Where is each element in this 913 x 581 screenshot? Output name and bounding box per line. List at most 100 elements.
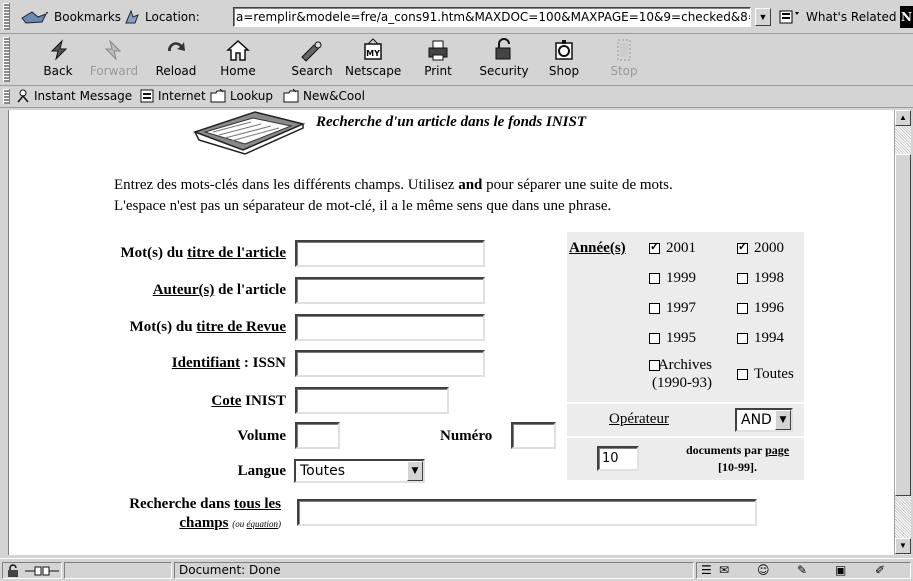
instructions: Entrez des mots-clés dans les différents… xyxy=(114,175,673,217)
netscape-logo[interactable]: N xyxy=(900,6,913,28)
address-book-icon[interactable]: ✎ xyxy=(797,563,807,577)
years-label-cell: Année(s) xyxy=(567,232,647,402)
author-input[interactable] xyxy=(295,277,485,304)
fulltext-input[interactable] xyxy=(297,499,757,526)
home-button[interactable]: Home xyxy=(210,37,266,81)
svg-text:MY: MY xyxy=(366,49,380,58)
navigation-toolbar: Back Forward Reload Home Search MY Netsc… xyxy=(0,34,913,86)
url-history-dropdown[interactable]: ▼ xyxy=(755,8,771,26)
status-bar: Document: Done ☰ ✉ ☺ ✎ ▣ ✐ xyxy=(0,558,913,581)
article-title-input[interactable] xyxy=(295,240,485,267)
mail-icon[interactable]: ✉ xyxy=(719,563,729,577)
year-1996-checkbox[interactable]: 1996 xyxy=(737,300,784,317)
scroll-up-button[interactable]: ▲ xyxy=(895,110,911,126)
equation-help-link[interactable]: équation xyxy=(247,519,279,529)
journal-title-input[interactable] xyxy=(295,314,485,341)
langue-select[interactable]: Toutes ▼ xyxy=(294,459,425,483)
title-field-label: Mot(s) du titre de l'article xyxy=(120,245,286,261)
toolbar-grip[interactable] xyxy=(3,89,10,104)
messenger-icon[interactable]: ☺ xyxy=(757,563,770,577)
issn-help-link[interactable]: Identifiant xyxy=(172,355,240,371)
issn-field-label: Identifiant : ISSN xyxy=(171,355,286,371)
component-bar: ☰ ✉ ☺ ✎ ▣ ✐ xyxy=(696,562,911,579)
reload-button[interactable]: Reload xyxy=(148,37,204,81)
scrollbar-thumb[interactable] xyxy=(895,154,911,496)
title-help-link[interactable]: titre de l'article xyxy=(187,245,286,261)
instant-message-button[interactable]: Instant Message xyxy=(16,89,132,103)
cote-help-link[interactable]: Cote xyxy=(211,393,241,409)
year-1998-checkbox[interactable]: 1998 xyxy=(737,270,784,287)
operator-select[interactable]: AND ▼ xyxy=(735,408,793,432)
vertical-scrollbar[interactable]: ▲ ▼ xyxy=(894,110,911,555)
scroll-down-button[interactable]: ▼ xyxy=(895,538,911,554)
folder-icon xyxy=(210,89,226,103)
netscape-button[interactable]: MY Netscape xyxy=(345,37,401,81)
navigator-icon[interactable]: ☰ xyxy=(701,563,712,577)
location-label: Location: xyxy=(123,9,200,25)
numero-input[interactable] xyxy=(511,422,556,449)
print-button[interactable]: Print xyxy=(410,37,466,81)
checkbox-icon xyxy=(649,273,660,284)
year-1994-checkbox[interactable]: 1994 xyxy=(737,330,784,347)
instructions-line-1: Entrez des mots-clés dans les différents… xyxy=(114,177,673,193)
cote-input[interactable] xyxy=(295,387,449,414)
reload-icon xyxy=(167,42,185,51)
edit-icon[interactable]: ✐ xyxy=(875,563,885,577)
whats-related-button[interactable]: What's Related xyxy=(778,9,896,25)
shop-button[interactable]: Shop xyxy=(536,37,592,81)
years-help-link[interactable]: Année(s) xyxy=(569,240,626,257)
status-text: Document: Done xyxy=(174,562,694,579)
forward-button: Forward xyxy=(86,37,142,81)
internet-button[interactable]: Internet xyxy=(140,89,206,103)
year-2000-checkbox[interactable]: 2000 xyxy=(737,240,784,257)
back-button[interactable]: Back xyxy=(30,37,86,81)
years-checkbox-group: 2001 2000 1999 1998 1997 1996 1995 1994 … xyxy=(647,232,804,402)
toutes-checkbox[interactable]: Toutes xyxy=(737,366,794,383)
journal-help-link[interactable]: titre de Revue xyxy=(196,319,286,335)
location-toolbar: Bookmarks Location: a=remplir&modele=fre… xyxy=(0,0,913,34)
docs-per-page-input[interactable]: 10 xyxy=(597,446,639,471)
page-title: Recherche d'un article dans le fonds INI… xyxy=(316,114,587,130)
fulltext-help-link-1[interactable]: tous les xyxy=(234,496,281,512)
operator-label-cell: Opérateur xyxy=(567,404,733,436)
toolbar-grip[interactable] xyxy=(3,37,10,82)
issn-input[interactable] xyxy=(295,350,485,377)
numero-label: Numéro xyxy=(440,428,493,444)
search-icon xyxy=(301,41,322,62)
arrow-down-icon: ▼ xyxy=(899,541,907,550)
docs-input-cell: 10 xyxy=(567,438,671,480)
chevron-down-icon: ▼ xyxy=(407,461,423,481)
book-illustration xyxy=(192,111,306,155)
netscape-icon: MY xyxy=(364,38,382,60)
security-button[interactable]: Security xyxy=(476,37,532,81)
personal-toolbar: Instant Message Internet Lookup New&Cool xyxy=(0,86,913,108)
search-button[interactable]: Search xyxy=(284,37,340,81)
page-help-link[interactable]: page xyxy=(765,443,789,457)
bookmarks-button[interactable]: Bookmarks xyxy=(20,9,121,25)
fulltext-help-link-2[interactable]: champs xyxy=(179,515,228,531)
lookup-button[interactable]: Lookup xyxy=(210,89,273,103)
checkbox-icon xyxy=(737,333,748,344)
arrow-up-icon: ▲ xyxy=(899,113,907,122)
bookmark-page-icon xyxy=(140,89,154,103)
printer-icon xyxy=(428,40,448,61)
archives-checkbox[interactable]: Archives (1990-93) xyxy=(649,356,712,392)
url-input[interactable]: a=remplir&modele=fre/a_cons91.htm&MAXDOC… xyxy=(233,7,751,27)
checkbox-icon xyxy=(649,303,660,314)
year-1995-checkbox[interactable]: 1995 xyxy=(649,330,696,347)
composer-icon[interactable]: ▣ xyxy=(835,563,846,577)
stop-icon xyxy=(617,39,631,61)
volume-input[interactable] xyxy=(295,422,340,449)
operator-help-link[interactable]: Opérateur xyxy=(609,411,669,428)
checkbox-icon xyxy=(737,303,748,314)
year-1997-checkbox[interactable]: 1997 xyxy=(649,300,696,317)
forward-arrow-icon xyxy=(104,39,122,61)
lock-status-icon[interactable] xyxy=(6,564,22,578)
author-help-link[interactable]: Auteur(s) xyxy=(153,282,215,298)
toolbar-grip[interactable] xyxy=(3,3,10,30)
year-2001-checkbox[interactable]: 2001 xyxy=(649,240,696,257)
checkbox-checked-icon xyxy=(737,240,748,254)
new-cool-button[interactable]: New&Cool xyxy=(283,89,365,103)
home-icon xyxy=(226,39,250,61)
year-1999-checkbox[interactable]: 1999 xyxy=(649,270,696,287)
